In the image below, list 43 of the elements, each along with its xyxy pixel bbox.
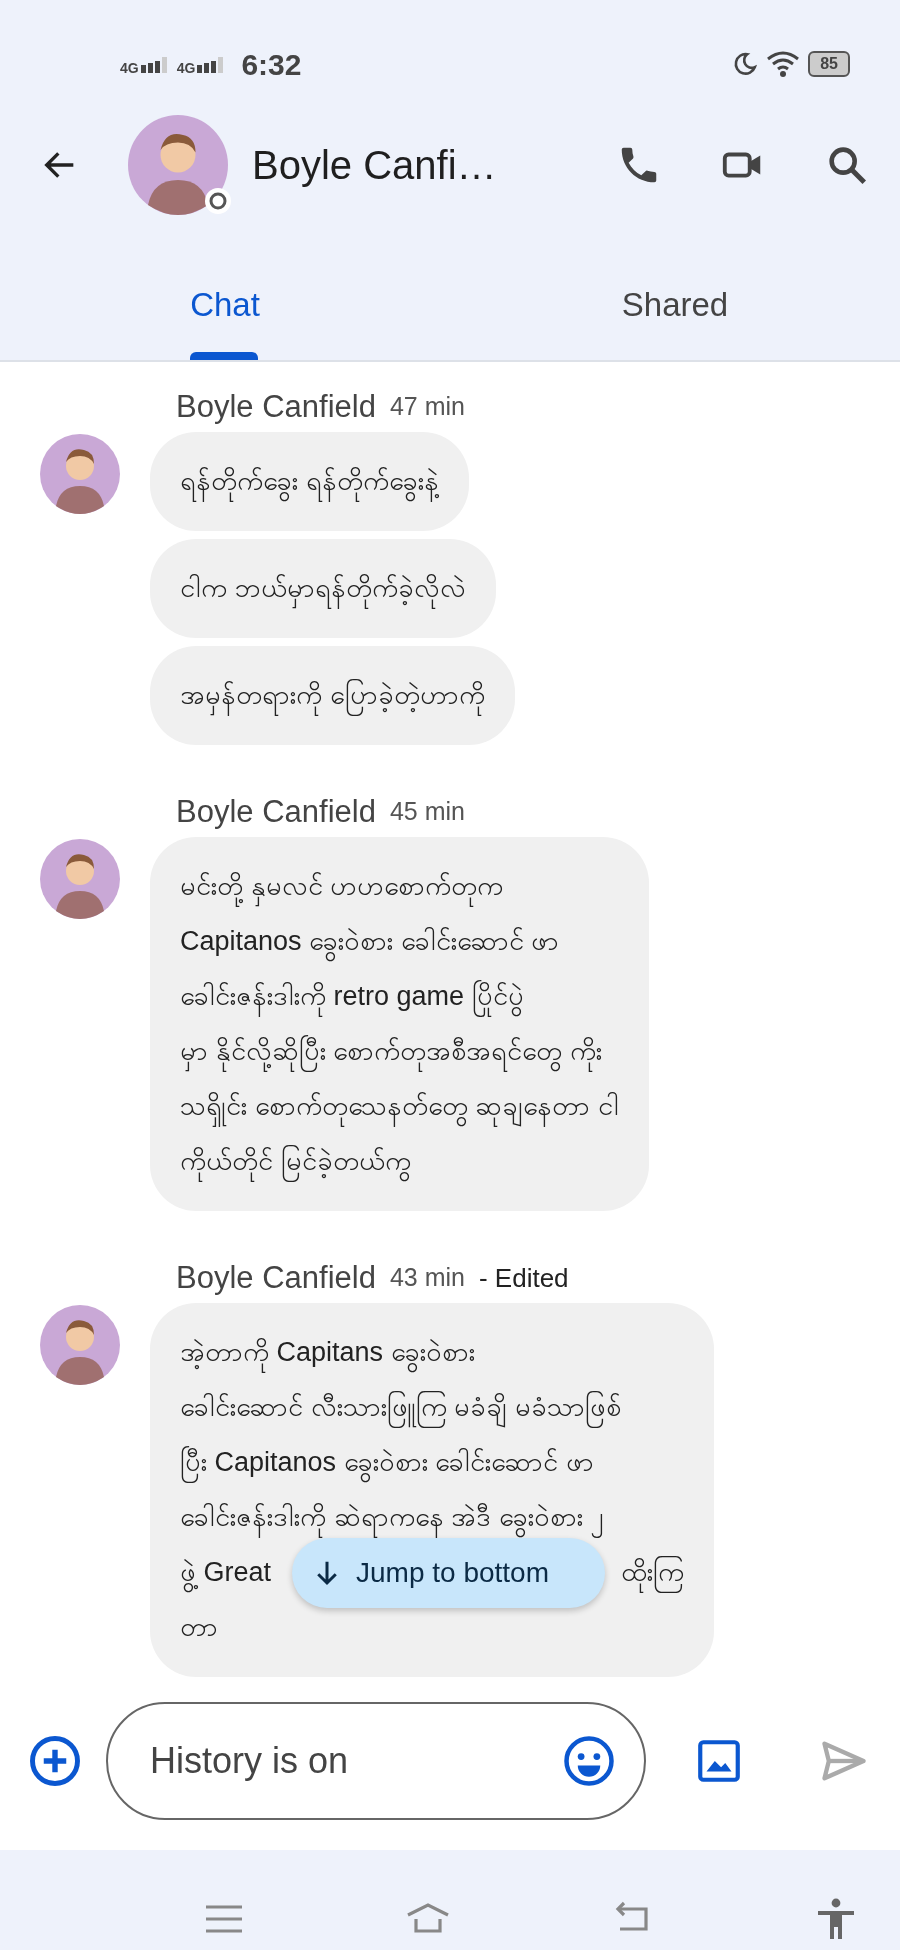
jump-to-bottom-button[interactable]: Jump to bottom	[292, 1537, 605, 1608]
add-button[interactable]	[28, 1734, 82, 1788]
message-time: 43 min	[389, 1262, 465, 1294]
message-line: ခေါင်းဇန်းဒါးကို retro game ပြိုင်ပွဲ	[180, 969, 524, 1024]
message-line: Capitanos ခွေးဝဲစား ခေါင်းဆောင် ဖာ	[180, 914, 560, 969]
sender-name: Boyle Canfield	[176, 1258, 376, 1297]
network-type: 4G	[176, 61, 196, 75]
message-line: ပြီး Capitanos ခွေးဝဲစား ခေါင်းဆောင် ဖာ	[180, 1435, 594, 1490]
avatar-icon	[40, 434, 120, 514]
message-line: ငါက ဘယ်မှာရန်တိုက်ခဲ့လိုလဲ	[180, 561, 466, 616]
emoji-button[interactable]	[562, 1734, 616, 1788]
message-line: အမှန်တရားကို ပြောခဲ့တဲ့ဟာကို	[180, 668, 485, 723]
sender-name: Boyle Canfield	[176, 792, 376, 831]
message-time: 47 min	[389, 391, 465, 423]
message-line: ကိုယ်တိုင် မြင်ခဲ့တယ်ကွ	[180, 1134, 411, 1189]
network-type: 4G	[120, 61, 139, 75]
message-field[interactable]: History is on	[106, 1702, 646, 1820]
smiley-icon	[562, 1734, 616, 1788]
message-line: ရန်တိုက်ခွေး ရန်တိုက်ခွေးနဲ့	[180, 454, 439, 509]
battery-icon: 85	[808, 51, 850, 77]
message-line: ခေါင်းဆောင် လီးသားဖြူကြ မခံချိ မခံသာဖြစ်	[180, 1380, 621, 1435]
clock: 6:32	[241, 46, 302, 83]
message-time: 45 min	[389, 796, 465, 828]
status-ring-icon	[204, 187, 232, 215]
tab[interactable]: Shared	[450, 230, 900, 360]
avatar-icon	[40, 839, 120, 919]
message-fragment: ဖွဲ့ Great	[180, 1545, 272, 1600]
message-line: မင်းတို့ နှမလင် ဟဟစောက်တုက	[180, 859, 503, 914]
sender-name: Boyle Canfield	[176, 387, 376, 426]
edited-label: - Edited	[478, 1261, 569, 1295]
message-input-field[interactable]: History is on	[148, 1733, 562, 1789]
message-line: သၡိုင်း စောက်တုသေနတ်တွေ ဆုချနေတာ ငါ	[180, 1079, 619, 1134]
message-line: မှာ နိုင်လို့ဆိုပြီး စောက်တုအစီအရင်တွေ ကိုး	[180, 1024, 602, 1079]
message-line: တာ	[180, 1611, 218, 1644]
avatar-icon	[40, 1305, 120, 1385]
contact-name: Boyle Canfi…	[252, 142, 497, 189]
tab[interactable]: Chat	[0, 230, 450, 360]
plus-icon	[28, 1734, 82, 1788]
message-fragment: ထိုးကြ	[621, 1545, 685, 1600]
wifi-icon	[766, 50, 801, 78]
moon-icon	[732, 51, 759, 77]
avatar-icon	[128, 115, 228, 215]
message-line: အဲ့တာကို Capitans ခွေးဝဲစား	[180, 1325, 475, 1380]
